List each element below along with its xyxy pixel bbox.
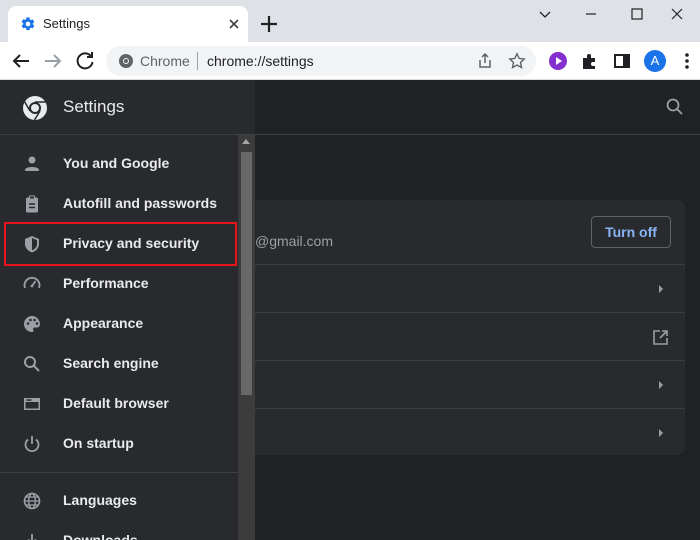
external-link-icon: [653, 330, 668, 345]
sidebar-item-performance[interactable]: Performance: [0, 264, 238, 304]
page-header: [255, 80, 700, 135]
chevron-right-icon: [659, 429, 663, 437]
person-icon: [25, 156, 39, 171]
chevron-right-icon: [659, 381, 663, 389]
drawer-header: Settings: [0, 80, 255, 135]
forward-arrow-icon[interactable]: [41, 49, 65, 73]
download-icon: [27, 534, 37, 540]
sidebar-item-label: You and Google: [63, 155, 170, 171]
share-icon[interactable]: [476, 52, 494, 70]
globe-icon: [23, 492, 41, 510]
sidebar-item-appearance[interactable]: Appearance: [0, 304, 238, 344]
omnibox-separator: [197, 52, 198, 70]
settings-menu: You and Google Autofill and passwords Pr…: [0, 135, 238, 540]
close-tab-icon[interactable]: [225, 15, 243, 33]
title-bar: Settings: [0, 0, 700, 42]
sidebar-item-on-startup[interactable]: On startup: [0, 424, 238, 464]
tab-settings[interactable]: Settings: [8, 6, 248, 42]
sidebar-item-label: Downloads: [63, 532, 138, 540]
card-row-customize-profile[interactable]: [255, 360, 685, 408]
chevron-down-icon[interactable]: [522, 0, 568, 30]
menu-divider: [0, 472, 238, 473]
omnibox-url[interactable]: chrome://settings: [207, 53, 314, 69]
reload-icon[interactable]: [73, 49, 97, 73]
scroll-thumb[interactable]: [241, 152, 252, 395]
sidebar-item-label: Performance: [63, 275, 149, 291]
browser-icon: [24, 398, 40, 410]
sidebar-item-search-engine[interactable]: Search engine: [0, 344, 238, 384]
new-tab-icon[interactable]: [257, 12, 281, 36]
you-and-google-card: @gmail.com Turn off: [255, 200, 685, 455]
drawer-title: Settings: [63, 97, 125, 116]
scroll-up-arrow-icon[interactable]: [242, 139, 250, 144]
browser-toolbar: Chrome chrome://settings A: [0, 42, 700, 80]
chrome-icon: [119, 54, 133, 68]
sidebar-item-label: Default browser: [63, 395, 169, 411]
search-icon[interactable]: [665, 97, 685, 117]
back-arrow-icon[interactable]: [9, 49, 33, 73]
omnibox-host: Chrome: [140, 53, 190, 69]
profile-avatar[interactable]: A: [644, 50, 666, 72]
card-row-sync[interactable]: [255, 264, 685, 312]
privacy-highlight-box: [4, 222, 237, 266]
extensions-puzzle-icon[interactable]: [580, 51, 600, 71]
minimize-icon[interactable]: [568, 0, 614, 30]
card-row-manage-account[interactable]: [255, 312, 685, 360]
sidebar-item-languages[interactable]: Languages: [0, 481, 238, 521]
palette-icon: [24, 316, 40, 332]
star-icon[interactable]: [508, 52, 526, 70]
address-bar[interactable]: Chrome chrome://settings: [106, 46, 536, 76]
sidebar-item-you-and-google[interactable]: You and Google: [0, 144, 238, 184]
gear-icon: [21, 17, 35, 31]
chevron-right-icon: [659, 285, 663, 293]
sidebar-item-label: Appearance: [63, 315, 144, 331]
more-menu-icon[interactable]: [677, 51, 697, 71]
sidebar-item-label: Search engine: [63, 355, 159, 371]
turn-off-sync-button[interactable]: Turn off: [591, 216, 671, 248]
power-icon: [24, 436, 40, 453]
clipboard-icon: [26, 195, 38, 213]
media-play-icon[interactable]: [548, 51, 568, 71]
card-row-import[interactable]: [255, 408, 685, 455]
sidebar-item-downloads[interactable]: Downloads: [0, 521, 238, 540]
sidebar-item-label: Autofill and passwords: [63, 195, 218, 211]
search-icon: [24, 356, 40, 372]
close-window-icon[interactable]: [654, 0, 700, 30]
sidebar-item-default-browser[interactable]: Default browser: [0, 384, 238, 424]
sidebar-item-label: On startup: [63, 435, 134, 451]
side-panel-icon[interactable]: [612, 51, 632, 71]
drawer-scrollbar[interactable]: [238, 135, 255, 540]
speedometer-icon: [23, 276, 41, 289]
sidebar-item-label: Languages: [63, 492, 137, 508]
chrome-logo-icon: [23, 96, 47, 121]
sidebar-item-autofill[interactable]: Autofill and passwords: [0, 184, 238, 224]
tab-title: Settings: [43, 16, 90, 31]
account-email: @gmail.com: [255, 233, 334, 249]
settings-drawer: Settings You and Google Autofill and pas…: [0, 80, 255, 540]
